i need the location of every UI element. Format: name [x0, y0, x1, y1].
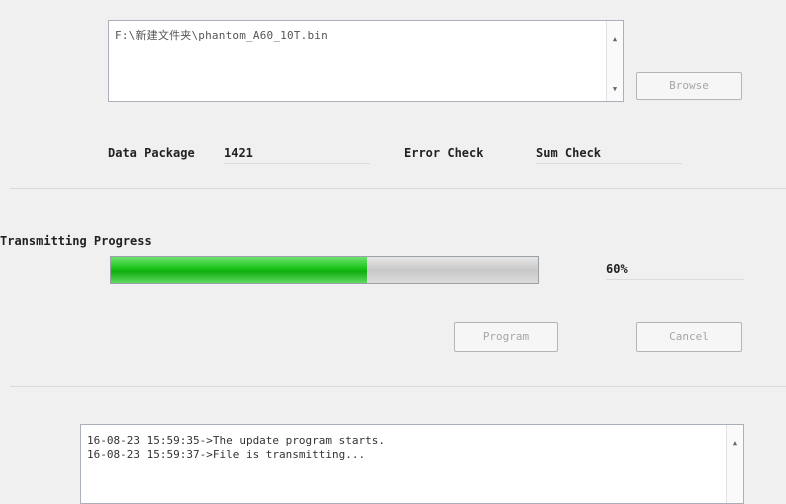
- cancel-button[interactable]: Cancel: [636, 322, 742, 352]
- program-button[interactable]: Program: [454, 322, 558, 352]
- scroll-up-icon[interactable]: ▲: [727, 439, 743, 447]
- progress-bar: [110, 256, 539, 284]
- error-check-value: Sum Check: [536, 146, 682, 164]
- progress-label: Transmitting Progress: [0, 234, 152, 248]
- data-package-label: Data Package: [108, 146, 195, 160]
- file-path-field[interactable]: F:\新建文件夹\phantom_A60_10T.bin ▲ ▼: [108, 20, 624, 102]
- scroll-up-icon[interactable]: ▲: [607, 35, 623, 43]
- separator-bottom: [10, 386, 786, 387]
- scroll-down-icon[interactable]: ▼: [607, 85, 623, 93]
- log-line: 16-08-23 15:59:35->The update program st…: [87, 434, 386, 447]
- progress-percent: 60%: [606, 262, 744, 280]
- browse-button[interactable]: Browse: [636, 72, 742, 100]
- log-scrollbar[interactable]: ▲: [726, 425, 743, 503]
- data-package-value: 1421: [224, 146, 370, 164]
- separator-top: [10, 188, 786, 189]
- path-scrollbar[interactable]: ▲ ▼: [606, 21, 623, 101]
- error-check-label: Error Check: [404, 146, 484, 160]
- progress-bar-fill: [111, 257, 368, 283]
- file-path-text: F:\新建文件夹\phantom_A60_10T.bin: [115, 29, 328, 42]
- log-output[interactable]: 16-08-23 15:59:35->The update program st…: [80, 424, 744, 504]
- log-line: 16-08-23 15:59:37->File is transmitting.…: [87, 448, 366, 461]
